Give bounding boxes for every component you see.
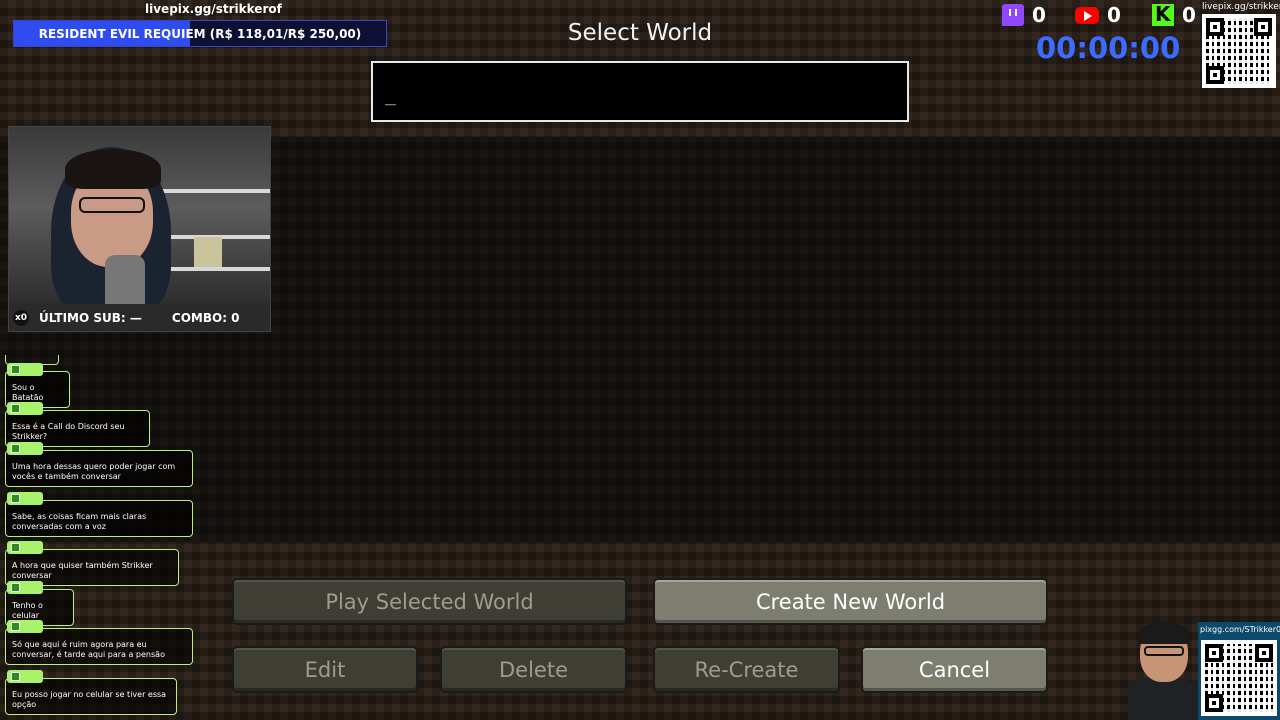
search-input[interactable]: _ (371, 61, 909, 122)
play-selected-world-button[interactable]: Play Selected World (232, 578, 627, 625)
qr-top-label: livepix.gg/strikkerof (1202, 2, 1280, 12)
twitch-icon (1002, 4, 1024, 26)
youtube-count: 0 (1107, 3, 1121, 27)
youtube-icon (1075, 6, 1099, 24)
chat-message: Eu posso jogar no celular se tiver essa … (5, 670, 177, 715)
chat-message: Só que aqui é ruim agora para eu convers… (5, 620, 193, 665)
screen-title: Select World (567, 20, 713, 46)
twitch-counter: 0 (1002, 3, 1046, 27)
goal-text: RESIDENT EVIL REQUIEM (R$ 118,01/R$ 250,… (38, 27, 362, 41)
cancel-button[interactable]: Cancel (861, 646, 1048, 693)
donation-goal-bar: RESIDENT EVIL REQUIEM (R$ 118,01/R$ 250,… (13, 20, 387, 47)
qr-code-bottom (1201, 640, 1277, 716)
livepix-url: livepix.gg/strikkerof (145, 2, 282, 16)
create-new-world-button[interactable]: Create New World (653, 578, 1048, 625)
combo-label: COMBO: 0 (171, 310, 240, 325)
kick-count: 0 (1182, 3, 1196, 27)
edit-button[interactable]: Edit (232, 646, 418, 693)
kick-counter: 0 (1152, 2, 1196, 27)
youtube-counter: 0 (1075, 3, 1121, 27)
webcam-feed (9, 127, 270, 317)
twitch-count: 0 (1032, 3, 1046, 27)
kick-icon (1152, 2, 1174, 26)
streamer-avatar (1128, 622, 1198, 720)
qr-code-top (1202, 14, 1276, 88)
webcam-frame: x0 ÚLTIMO SUB: — COMBO: 0 (8, 126, 271, 332)
stream-timer: 00:00:00 (1036, 31, 1181, 65)
combo-multiplier-badge: x0 (13, 309, 29, 326)
qr-bottom-label: pixgg.com/STrikker0of (1200, 625, 1280, 634)
chat-message: Uma hora dessas quero poder jogar com vo… (5, 442, 193, 487)
chat-message: Sabe, as coisas ficam mais claras conver… (5, 492, 193, 537)
webcam-status-bar: x0 ÚLTIMO SUB: — COMBO: 0 (9, 304, 270, 331)
last-sub-label: ÚLTIMO SUB: — (39, 310, 142, 325)
recreate-button[interactable]: Re-Create (653, 646, 840, 693)
delete-button[interactable]: Delete (440, 646, 627, 693)
